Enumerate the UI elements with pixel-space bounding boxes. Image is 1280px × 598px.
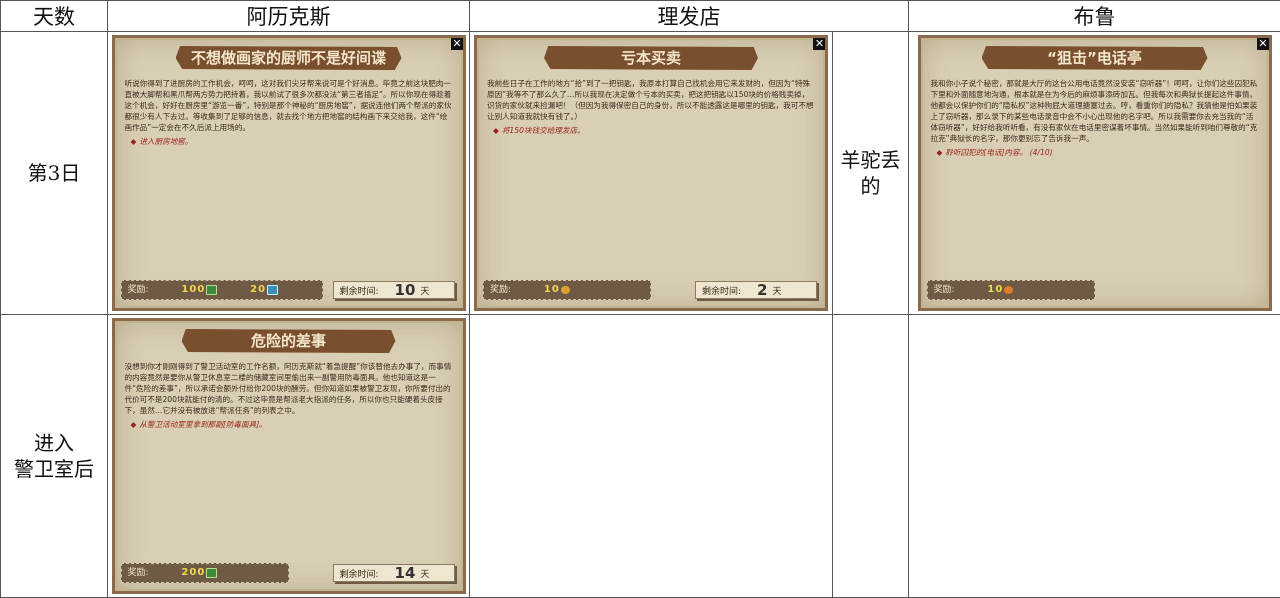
cell-alpaca-guardroom — [833, 315, 909, 598]
quest-description: 我前些日子在工作的地方“拾”到了一把钥匙，我原本打算自己找机会用它来发财的，但因… — [487, 78, 815, 122]
reward-label: 奖励: — [128, 285, 149, 295]
time-remaining-box: 剩余时间: 14 天 — [333, 564, 455, 582]
header-day: 天数 — [1, 1, 108, 32]
cell-barber-day3: ✕ 亏本买卖 我前些日子在工作的地方“拾”到了一把钥匙，我原本打算自己找机会用它… — [470, 32, 833, 315]
time-remaining-box: 剩余时间: 2天 — [695, 281, 817, 299]
close-icon[interactable]: ✕ — [813, 37, 826, 50]
quest-card-blue[interactable]: ✕ “狙击”电话亭 我和你小子说个秘密，那就是大厅的这台公用电话竟然没安装“窃听… — [918, 35, 1272, 311]
close-icon[interactable]: ✕ — [451, 37, 464, 50]
quest-card-barber[interactable]: ✕ 亏本买卖 我前些日子在工作的地方“拾”到了一把钥匙，我原本打算自己找机会用它… — [474, 35, 828, 311]
time-label: 剩余时间: — [702, 287, 741, 297]
row-label-line1: 进入 — [1, 430, 107, 456]
quest-title: 不想做画家的厨师不是好间谍 — [176, 46, 402, 70]
row-label-day3: 第3日 — [1, 32, 108, 315]
table-row: 进入 警卫室后 危险的差事 没想到你才刚刚得到了警卫活动室的工作名额，阿历克斯就… — [1, 315, 1280, 598]
quest-description: 没想到你才刚刚得到了警卫活动室的工作名额，阿历克斯就“着急提醒”你该替他去办事了… — [125, 361, 453, 416]
quest-objective: ◆从警卫活动室里拿到那副[防毒面具]。 — [131, 419, 453, 430]
cell-blue-guardroom — [909, 315, 1280, 598]
quest-card-chef[interactable]: ✕ 不想做画家的厨师不是好间谍 听说你得到了进厨房的工作机会，呵呵，这对我们尖牙… — [112, 35, 466, 311]
diamond-bullet-icon: ◆ — [131, 137, 137, 146]
reward-label: 奖励: — [490, 285, 511, 295]
reward-label: 奖励: — [128, 568, 149, 578]
time-unit: 天 — [420, 287, 429, 297]
quest-description: 我和你小子说个秘密，那就是大厅的这台公用电话竟然没安装“窃听器”！呵呵，让你们这… — [931, 78, 1259, 144]
diamond-bullet-icon: ◆ — [493, 126, 499, 135]
diamond-bullet-icon: ◆ — [131, 420, 137, 429]
cell-barber-guardroom — [470, 315, 833, 598]
time-value: 10 — [395, 281, 416, 299]
time-label: 剩余时间: — [340, 570, 379, 580]
row-label-guardroom: 进入 警卫室后 — [1, 315, 108, 598]
reward-coin-amount: 10 — [544, 284, 560, 295]
cell-alex-guardroom: 危险的差事 没想到你才刚刚得到了警卫活动室的工作名额，阿历克斯就“着急提醒”你该… — [108, 315, 470, 598]
gem-icon — [267, 285, 278, 295]
header-blue: 布鲁 — [909, 1, 1280, 32]
quest-description: 听说你得到了进厨房的工作机会，呵呵，这对我们尖牙帮来说可是个好消息。毕竟之前这块… — [125, 78, 453, 133]
time-value: 2 — [757, 281, 767, 299]
diamond-bullet-icon: ◆ — [937, 148, 943, 157]
coin-icon — [561, 286, 570, 294]
reward-box: 奖励: 10 — [927, 280, 1095, 300]
table-row: 第3日 ✕ 不想做画家的厨师不是好间谍 听说你得到了进厨房的工作机会，呵呵，这对… — [1, 32, 1280, 315]
quest-objective: ◆进入厨房地窖。 — [131, 136, 453, 147]
cell-blue-day3: ✕ “狙击”电话亭 我和你小子说个秘密，那就是大厅的这台公用电话竟然没安装“窃听… — [909, 32, 1280, 315]
reward-star-amount: 10 — [987, 284, 1003, 295]
header-alex: 阿历克斯 — [108, 1, 470, 32]
quest-title: 亏本买卖 — [544, 46, 758, 70]
header-row: 天数 阿历克斯 理发店 布鲁 — [1, 1, 1280, 32]
reward-box: 奖励: 100 20 — [121, 280, 323, 300]
reward-cash-amount: 100 — [181, 284, 205, 295]
reward-label: 奖励: — [934, 285, 955, 295]
time-label: 剩余时间: — [340, 287, 379, 297]
quest-title: 危险的差事 — [182, 329, 396, 353]
reward-gem-amount: 20 — [250, 284, 266, 295]
close-icon[interactable]: ✕ — [1257, 37, 1270, 50]
cash-icon — [206, 285, 217, 295]
cell-alpaca: 羊驼丢 的 — [833, 32, 909, 315]
time-unit: 天 — [772, 287, 781, 297]
quest-title: “狙击”电话亭 — [982, 46, 1208, 70]
quest-objective: ◆聆听囚犯的[电话]内容。 (4/10) — [937, 147, 1259, 158]
quest-objective: ◆将150块钱交给理发店。 — [493, 125, 815, 136]
reward-box: 奖励: 200 — [121, 563, 289, 583]
row-label-line2: 警卫室后 — [1, 456, 107, 482]
time-remaining-box: 剩余时间: 10 天 — [333, 281, 455, 299]
cell-alex-day3: ✕ 不想做画家的厨师不是好间谍 听说你得到了进厨房的工作机会，呵呵，这对我们尖牙… — [108, 32, 470, 315]
reward-box: 奖励: 10 — [483, 280, 651, 300]
quest-table: 天数 阿历克斯 理发店 布鲁 第3日 ✕ 不想做画家的厨师不是好间谍 听说你得到… — [0, 0, 1280, 598]
cash-icon — [206, 568, 217, 578]
reward-cash-amount: 200 — [181, 567, 205, 578]
alpaca-text-line1: 羊驼丢 — [833, 147, 908, 173]
quest-card-danger[interactable]: 危险的差事 没想到你才刚刚得到了警卫活动室的工作名额，阿历克斯就“着急提醒”你该… — [112, 318, 466, 594]
time-unit: 天 — [420, 570, 429, 580]
star-icon — [1004, 286, 1013, 294]
time-value: 14 — [395, 564, 416, 582]
header-barber: 理发店 — [470, 1, 909, 32]
alpaca-text-line2: 的 — [833, 173, 908, 199]
